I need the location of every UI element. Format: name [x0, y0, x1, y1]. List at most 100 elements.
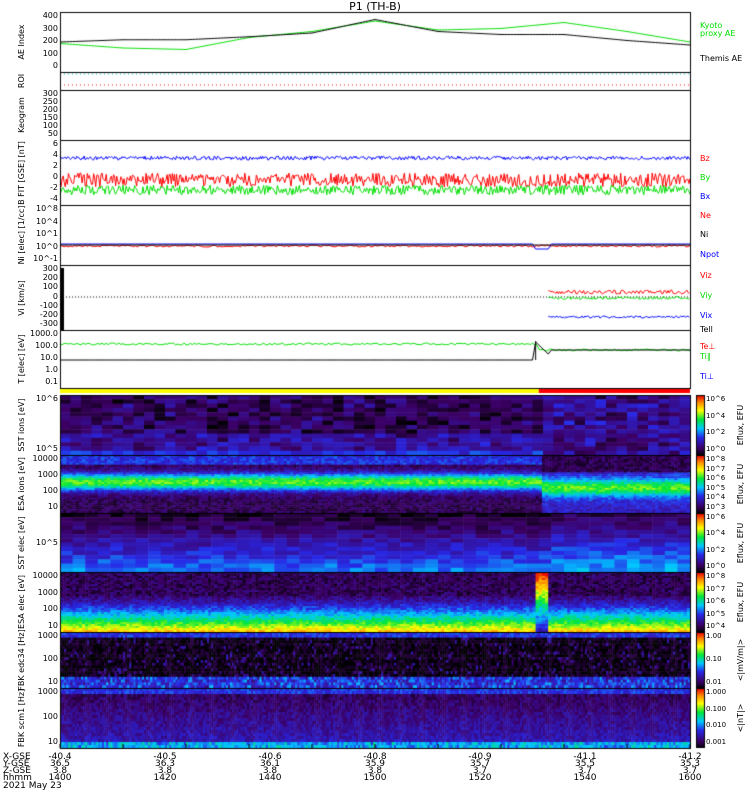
axis-tick-label: 100 [42, 486, 58, 495]
axis-tick-label: 10^4 [36, 216, 58, 226]
colorbar-tick: 0.010 [706, 721, 727, 730]
axis-value-t: 1540 [573, 773, 597, 783]
axis-tick-label: 10^5 [36, 537, 58, 547]
colorbar-label: Eflux, EFU [736, 522, 745, 563]
plot-title: P1 (TH-B) [349, 0, 401, 13]
colorbar-tick: 10^4 [706, 622, 726, 630]
axis-value-t: 1440 [258, 773, 282, 783]
axis-tick-label: 10^5 [36, 444, 58, 453]
axis-tick-label: 0 [52, 172, 58, 181]
colorbar-tick: 10^7 [706, 584, 726, 593]
axis-tick-label: 1000.0 [30, 329, 58, 338]
colorbar-tick: 10^0 [706, 562, 726, 570]
colorbar-tick: 1.00 [706, 632, 722, 640]
axis-tick-label: 1000 [37, 631, 58, 640]
axis-tick-label: 0.1 [45, 377, 58, 386]
legend-ae-1: Themis AE [700, 54, 743, 63]
legend-ae-0: Kyoto proxy AE [700, 21, 736, 38]
legend-v-0: Viz [700, 271, 712, 280]
axis-tick-label: -200 [39, 309, 58, 319]
axis-tick-label: 10 [47, 737, 58, 746]
axis-tick-label: 10^-1 [33, 254, 58, 263]
axis-tick-label: 100 [42, 48, 58, 58]
axis-tick-label: 10^1 [36, 229, 58, 238]
axis-tick-label: 1.0 [45, 365, 58, 374]
colorbar-tick: 10^8 [706, 455, 726, 463]
axis-tick-label: 4 [52, 150, 58, 159]
axis-tick-label: 10000 [32, 454, 58, 463]
axis-tick-label: 10000 [32, 571, 58, 580]
axis-tick-label: 10^8 [36, 204, 58, 213]
legend-v-2: Vix [700, 311, 713, 320]
axis-tick-label: 10 [47, 621, 58, 630]
colorbar-tick: 10^6 [706, 395, 726, 403]
colorbar-tick: 10^8 [706, 572, 726, 580]
colorbar-tick: 0.01 [706, 678, 722, 686]
axis-tick-label: 100 [42, 712, 58, 721]
colorbar-label: <|mV/m|> [736, 638, 745, 682]
colorbar-label: Eflux, EFU [736, 463, 745, 505]
colorbar-tick: 0.10 [706, 655, 722, 663]
axis-tick-label: 300 [42, 23, 58, 33]
axis-tick-label: 10^0 [36, 241, 58, 251]
colorbar-tick: 10^5 [706, 483, 726, 492]
axis-value-t: 1600 [678, 773, 702, 783]
axis-tick-label: -2 [50, 183, 58, 192]
colorbar-tick: 10^3 [706, 503, 726, 511]
colorbar-tick: 10^4 [706, 529, 726, 538]
legend-t-0: Tell [700, 325, 713, 334]
axis-tick-label: 1000 [37, 687, 58, 696]
axis-value-t: 1420 [153, 773, 177, 783]
axis-tick-label: 6 [52, 139, 58, 148]
colorbar-tick: 0.001 [706, 738, 727, 746]
colorbar-tick: 10^6 [706, 474, 726, 483]
legend-b-2: Bx [700, 192, 711, 201]
axis-tick-label: 10.0 [40, 353, 58, 362]
colorbar-tick: 1.000 [706, 688, 727, 696]
axis-tick-label: 200 [42, 273, 58, 283]
legend-t-2: Ti∥ [700, 352, 711, 361]
colorbar-tick: 0.100 [706, 704, 727, 713]
colorbar-tick: 10^6 [706, 597, 726, 605]
axis-tick-label: 300 [42, 264, 58, 273]
legend-v-1: Viy [700, 291, 713, 300]
colorbar-tick: 10^4 [706, 493, 726, 502]
colorbar-label: <|nT|> [736, 703, 745, 733]
axis-tick-label: -4 [50, 194, 58, 203]
legend-n-1: Ni [700, 230, 709, 239]
colorbar-tick: 10^2 [706, 545, 726, 554]
legend-b-1: By [700, 173, 711, 182]
axis-tick-label: 100 [42, 654, 58, 663]
axis-tick-label: 200 [42, 36, 58, 45]
axis-tick-label: 100 [42, 282, 58, 292]
colorbar-tick: 10^6 [706, 513, 726, 521]
colorbar-tick: 10^0 [706, 445, 726, 453]
axis-tick-label: 10 [47, 502, 58, 511]
legend-t-1: Te⊥ [700, 342, 716, 351]
axis-tick-label: 10^6 [36, 394, 58, 403]
axis-tick-label: 100.0 [35, 341, 58, 350]
colorbar-tick: 10^2 [706, 428, 726, 437]
axis-tick-label: 2 [52, 161, 58, 170]
colorbar-tick: 10^5 [706, 609, 726, 618]
colorbar-label: Eflux, EFU [736, 581, 745, 623]
themis-summary-plot: P1 (TH-B) AE Index 400 300 200 100 0 ROI Keogra… [0, 0, 750, 800]
axis-tick-label: 50 [47, 129, 58, 138]
legend-b-0: Bz [700, 154, 710, 163]
legend-n-2: Npot [700, 250, 720, 259]
axis-tick-label: 1000 [37, 470, 58, 479]
axis-value-t: 1520 [468, 773, 492, 783]
axis-tick-label: 1000 [37, 587, 58, 597]
axis-tick-label: 0 [52, 61, 58, 70]
axis-tick-label: 400 [42, 11, 58, 20]
date-label: 2021 May 23 [3, 781, 62, 791]
colorbar-tick: 10^7 [706, 464, 726, 473]
plot-canvas [0, 0, 750, 800]
axis-value-t: 1500 [363, 773, 387, 783]
axis-tick-label: -300 [39, 319, 58, 328]
axis-tick-label: -100 [39, 300, 58, 310]
axis-tick-label: 100 [42, 604, 58, 614]
legend-n-0: Ne [700, 211, 711, 220]
colorbar-tick: 10^4 [706, 411, 726, 420]
axis-tick-label: 0 [52, 291, 58, 301]
